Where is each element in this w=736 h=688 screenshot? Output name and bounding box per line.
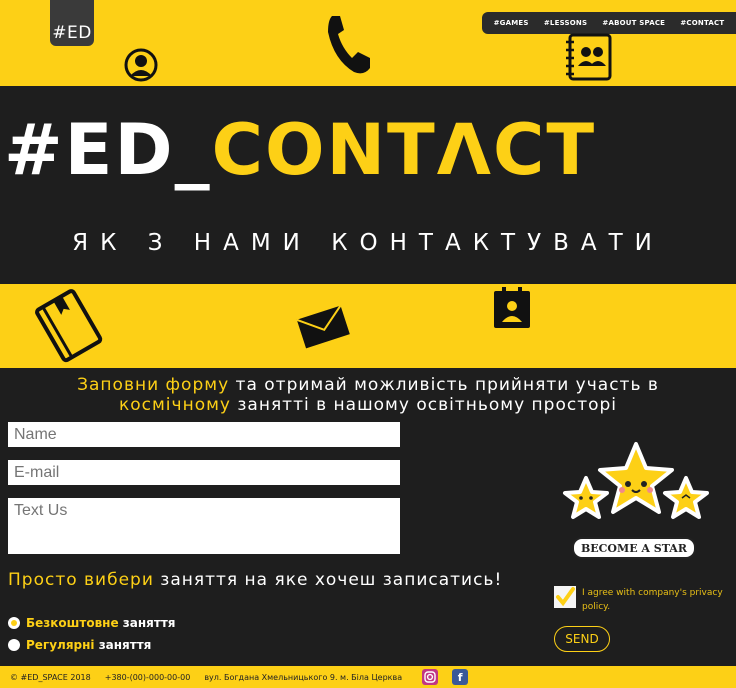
nav-games[interactable]: #GAMES	[494, 19, 529, 27]
nav-contact[interactable]: #CONTACT	[680, 19, 724, 27]
email-field[interactable]	[8, 460, 400, 485]
bottom-band	[0, 284, 736, 368]
user-icon	[124, 48, 158, 82]
page: #ED #GAMES #LESSONS #ABOUT SPACE #CONTAC…	[0, 0, 736, 688]
intro-text-2: занятті в нашому освітньому просторі	[230, 395, 618, 415]
send-button[interactable]: SEND	[554, 626, 610, 652]
intro-text-1: та отримай можливість прийняти участь в	[229, 375, 659, 395]
phone-icon	[328, 16, 370, 74]
privacy-text: I agree with company's privacy policy.	[582, 588, 723, 612]
become-a-star-sticker: BECOME A STAR	[556, 440, 716, 566]
hero: #ED_CONTΛCT ЯК З НАМИ КОНТАКТУВАТИ	[0, 86, 736, 284]
option-regular-highlight: Регулярні	[26, 638, 95, 652]
envelope-icon	[296, 305, 350, 349]
nav-about-space[interactable]: #ABOUT SPACE	[602, 19, 665, 27]
instagram-icon[interactable]	[422, 669, 439, 685]
footer: © #ED_SPACE 2018 +380-(00)-000-00-00 вул…	[0, 666, 736, 688]
nav-lessons[interactable]: #LESSONS	[544, 19, 587, 27]
stars-icon	[563, 442, 709, 519]
id-card-icon	[494, 287, 530, 328]
choose-highlight: Просто вибери	[8, 570, 154, 590]
footer-address: вул. Богдана Хмельницького 9. м. Біла Це…	[204, 672, 403, 682]
intro-highlight-1: Заповни форму	[77, 375, 230, 395]
contact-book-icon	[566, 33, 612, 81]
notebook-icon	[35, 289, 103, 363]
star-label: BECOME A STAR	[572, 537, 696, 559]
message-field[interactable]	[8, 498, 400, 554]
privacy-agreement: I agree with company's privacy policy.	[554, 586, 732, 614]
hero-title-white: #ED_	[4, 109, 212, 191]
hero-title: #ED_CONTΛCT	[4, 110, 596, 190]
choose-heading: Просто вибери заняття на яке хочеш запис…	[8, 570, 502, 590]
privacy-checkbox[interactable]	[554, 586, 576, 608]
option-free-highlight: Безкоштовне	[26, 616, 119, 630]
hero-title-yellow: CONTΛCT	[211, 109, 597, 191]
option-regular[interactable]: Регулярні заняття	[8, 638, 151, 652]
form-intro: Заповни форму та отримай можливість прий…	[0, 375, 736, 415]
radio-regular[interactable]	[8, 639, 20, 651]
option-free-text: заняття	[118, 616, 176, 630]
intro-highlight-2: космічному	[118, 395, 231, 415]
logo[interactable]: #ED	[50, 0, 94, 46]
option-regular-text: заняття	[94, 638, 152, 652]
radio-free[interactable]	[8, 617, 20, 629]
checkmark-icon	[556, 587, 575, 607]
name-field[interactable]	[8, 422, 400, 447]
option-free[interactable]: Безкоштовне заняття	[8, 616, 175, 630]
footer-copyright: © #ED_SPACE 2018	[10, 672, 91, 682]
main-nav: #GAMES #LESSONS #ABOUT SPACE #CONTACT	[482, 12, 736, 34]
facebook-icon[interactable]: f	[452, 669, 469, 685]
choose-text: заняття на яке хочеш записатись!	[153, 570, 503, 590]
hero-subtitle: ЯК З НАМИ КОНТАКТУВАТИ	[72, 230, 664, 256]
footer-phone: +380-(00)-000-00-00	[104, 672, 191, 682]
